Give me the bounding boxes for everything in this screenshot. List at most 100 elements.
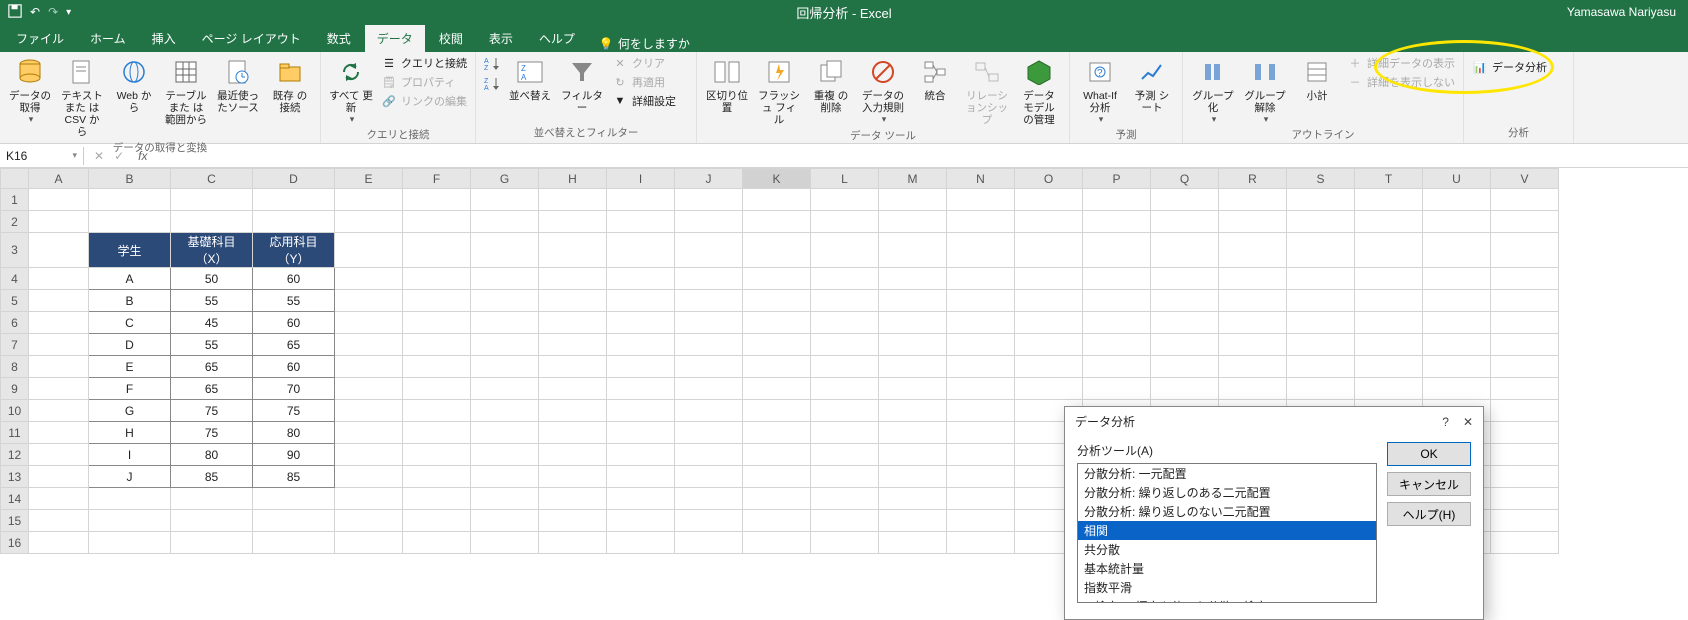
cell[interactable] <box>1219 356 1287 378</box>
cell[interactable] <box>539 378 607 400</box>
cell[interactable] <box>947 488 1015 510</box>
cell[interactable] <box>1219 211 1287 233</box>
analysis-tool-listbox[interactable]: 分散分析: 一元配置分散分析: 繰り返しのある二元配置分散分析: 繰り返しのない… <box>1077 463 1377 603</box>
cell[interactable] <box>743 422 811 444</box>
cell[interactable] <box>811 510 879 532</box>
row-header[interactable]: 7 <box>1 334 29 356</box>
cell[interactable]: I <box>89 444 171 466</box>
cell[interactable] <box>29 334 89 356</box>
column-header[interactable]: Q <box>1151 169 1219 189</box>
help-button[interactable]: ヘルプ(H) <box>1387 502 1471 526</box>
cell[interactable] <box>335 466 403 488</box>
cell[interactable] <box>1355 378 1423 400</box>
cell[interactable] <box>403 211 471 233</box>
cell[interactable] <box>743 189 811 211</box>
cell[interactable] <box>947 532 1015 554</box>
cell[interactable] <box>89 211 171 233</box>
cell[interactable] <box>1287 233 1355 268</box>
cell[interactable] <box>1287 356 1355 378</box>
cell[interactable] <box>1423 356 1491 378</box>
cell[interactable] <box>403 444 471 466</box>
column-header[interactable]: M <box>879 169 947 189</box>
cell[interactable] <box>471 334 539 356</box>
cell[interactable] <box>675 422 743 444</box>
cell[interactable] <box>811 290 879 312</box>
cell[interactable] <box>1355 290 1423 312</box>
cell[interactable]: B <box>89 290 171 312</box>
cell[interactable] <box>403 422 471 444</box>
column-header[interactable]: U <box>1423 169 1491 189</box>
cell[interactable]: 75 <box>171 400 253 422</box>
tab-ファイル[interactable]: ファイル <box>4 25 76 52</box>
cell[interactable] <box>471 211 539 233</box>
cell[interactable] <box>1151 378 1219 400</box>
analysis-tool-item[interactable]: 分散分析: 一元配置 <box>1078 464 1376 483</box>
cell[interactable]: 応用科目（Y） <box>253 233 335 268</box>
cell[interactable]: 65 <box>171 356 253 378</box>
cell[interactable]: 55 <box>253 290 335 312</box>
cell[interactable] <box>879 268 947 290</box>
cell[interactable]: G <box>89 400 171 422</box>
cell[interactable] <box>811 422 879 444</box>
cell[interactable] <box>29 290 89 312</box>
cell[interactable] <box>743 466 811 488</box>
column-header[interactable]: R <box>1219 169 1287 189</box>
cancel-button[interactable]: キャンセル <box>1387 472 1471 496</box>
cell[interactable] <box>675 466 743 488</box>
cell[interactable] <box>1015 290 1083 312</box>
undo-icon[interactable]: ↶ <box>30 5 40 19</box>
cell[interactable] <box>403 400 471 422</box>
cell[interactable] <box>171 510 253 532</box>
analysis-tool-item[interactable]: 指数平滑 <box>1078 578 1376 597</box>
cell[interactable] <box>1423 312 1491 334</box>
cell[interactable] <box>539 422 607 444</box>
cell[interactable] <box>607 211 675 233</box>
cell[interactable] <box>539 268 607 290</box>
cell[interactable] <box>947 422 1015 444</box>
cell[interactable] <box>1355 334 1423 356</box>
group-button[interactable]: グループ 化 <box>1189 54 1237 125</box>
cell[interactable]: 50 <box>171 268 253 290</box>
cell[interactable]: 55 <box>171 334 253 356</box>
analysis-tool-item[interactable]: 共分散 <box>1078 540 1376 559</box>
cell[interactable] <box>675 356 743 378</box>
cell[interactable] <box>607 290 675 312</box>
analysis-tool-item[interactable]: 基本統計量 <box>1078 559 1376 578</box>
analysis-tool-item[interactable]: F 検定: 2 標本を使った分散の検定 <box>1078 597 1376 603</box>
cell[interactable] <box>539 290 607 312</box>
cell[interactable]: F <box>89 378 171 400</box>
row-header[interactable]: 3 <box>1 233 29 268</box>
cell[interactable] <box>743 378 811 400</box>
whatif-button[interactable]: ?What-If 分析 <box>1076 54 1124 125</box>
column-header[interactable]: A <box>29 169 89 189</box>
cell[interactable] <box>1423 233 1491 268</box>
cell[interactable] <box>607 422 675 444</box>
cell[interactable] <box>89 510 171 532</box>
column-header[interactable]: H <box>539 169 607 189</box>
cell[interactable] <box>1219 378 1287 400</box>
column-header[interactable]: K <box>743 169 811 189</box>
cell[interactable] <box>947 356 1015 378</box>
cell[interactable] <box>1015 378 1083 400</box>
cell[interactable] <box>29 268 89 290</box>
row-header[interactable]: 4 <box>1 268 29 290</box>
column-header[interactable]: D <box>253 169 335 189</box>
tab-データ[interactable]: データ <box>365 25 425 52</box>
data-analysis-button[interactable]: 📊データ分析 <box>1470 58 1549 76</box>
show-detail-button[interactable]: ＋詳細データの表示 <box>1345 54 1457 72</box>
properties-button[interactable]: 🗒プロパティ <box>379 73 469 91</box>
cell[interactable] <box>811 378 879 400</box>
cell[interactable] <box>675 400 743 422</box>
cell[interactable] <box>675 488 743 510</box>
cell[interactable]: C <box>89 312 171 334</box>
cell[interactable] <box>89 488 171 510</box>
cell[interactable] <box>947 510 1015 532</box>
analysis-tool-item[interactable]: 分散分析: 繰り返しのない二元配置 <box>1078 502 1376 521</box>
cell[interactable] <box>1015 356 1083 378</box>
cell[interactable] <box>403 290 471 312</box>
tab-校閲[interactable]: 校閲 <box>427 25 475 52</box>
cell[interactable] <box>607 444 675 466</box>
row-header[interactable]: 12 <box>1 444 29 466</box>
cell[interactable] <box>675 189 743 211</box>
relationships-button[interactable]: リレーションシップ <box>963 54 1011 126</box>
